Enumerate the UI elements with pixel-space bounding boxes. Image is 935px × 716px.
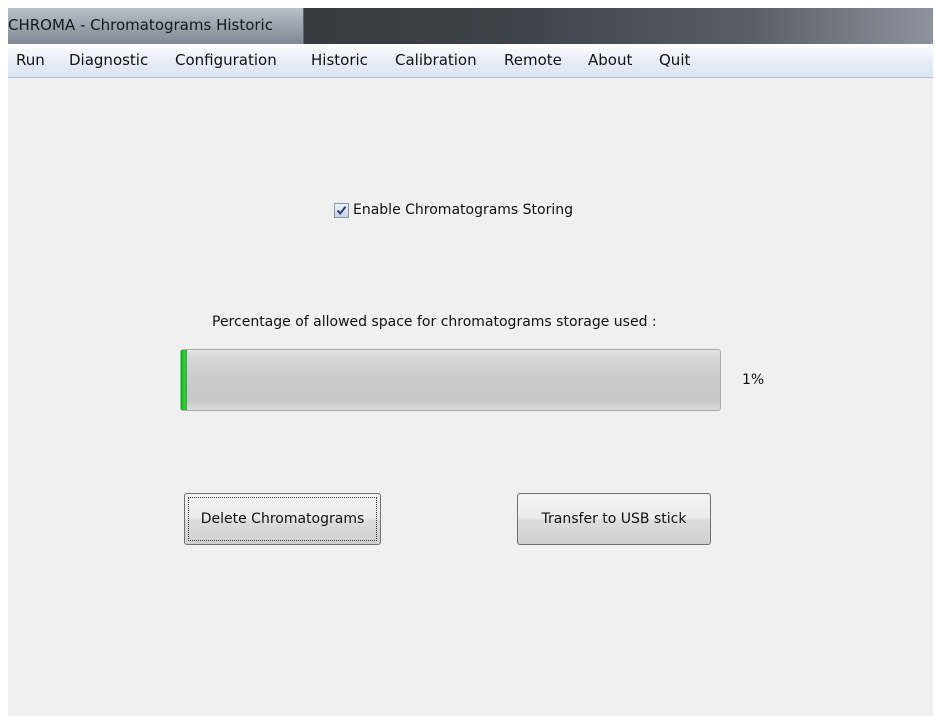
- window-title-tab: CHROMA - Chromatograms Historic: [8, 8, 304, 44]
- menu-historic[interactable]: Historic: [311, 51, 368, 69]
- menu-configuration[interactable]: Configuration: [175, 51, 277, 69]
- menu-run[interactable]: Run: [16, 51, 45, 69]
- storage-progress-bar: [180, 349, 721, 411]
- transfer-to-usb-button[interactable]: Transfer to USB stick: [517, 493, 711, 545]
- check-icon: [336, 206, 347, 216]
- storage-usage-label: Percentage of allowed space for chromato…: [212, 314, 657, 330]
- menu-bar: Run Diagnostic Configuration Historic Ca…: [8, 44, 933, 78]
- menu-about[interactable]: About: [588, 51, 632, 69]
- delete-chromatograms-label: Delete Chromatograms: [200, 511, 365, 527]
- window-titlebar[interactable]: CHROMA - Chromatograms Historic: [8, 8, 933, 44]
- menu-calibration[interactable]: Calibration: [395, 51, 477, 69]
- enable-storing-label[interactable]: Enable Chromatograms Storing: [353, 202, 573, 218]
- delete-chromatograms-button[interactable]: Delete Chromatograms: [184, 493, 381, 545]
- window-title: CHROMA - Chromatograms Historic: [8, 16, 273, 34]
- storage-progress-fill: [181, 350, 187, 410]
- menu-quit[interactable]: Quit: [659, 51, 690, 69]
- main-panel: Enable Chromatograms Storing Percentage …: [8, 78, 933, 716]
- storage-percent-value: 1%: [742, 372, 765, 388]
- menu-diagnostic[interactable]: Diagnostic: [69, 51, 148, 69]
- enable-storing-checkbox[interactable]: [334, 203, 349, 218]
- transfer-to-usb-label: Transfer to USB stick: [541, 511, 687, 527]
- menu-remote[interactable]: Remote: [504, 51, 562, 69]
